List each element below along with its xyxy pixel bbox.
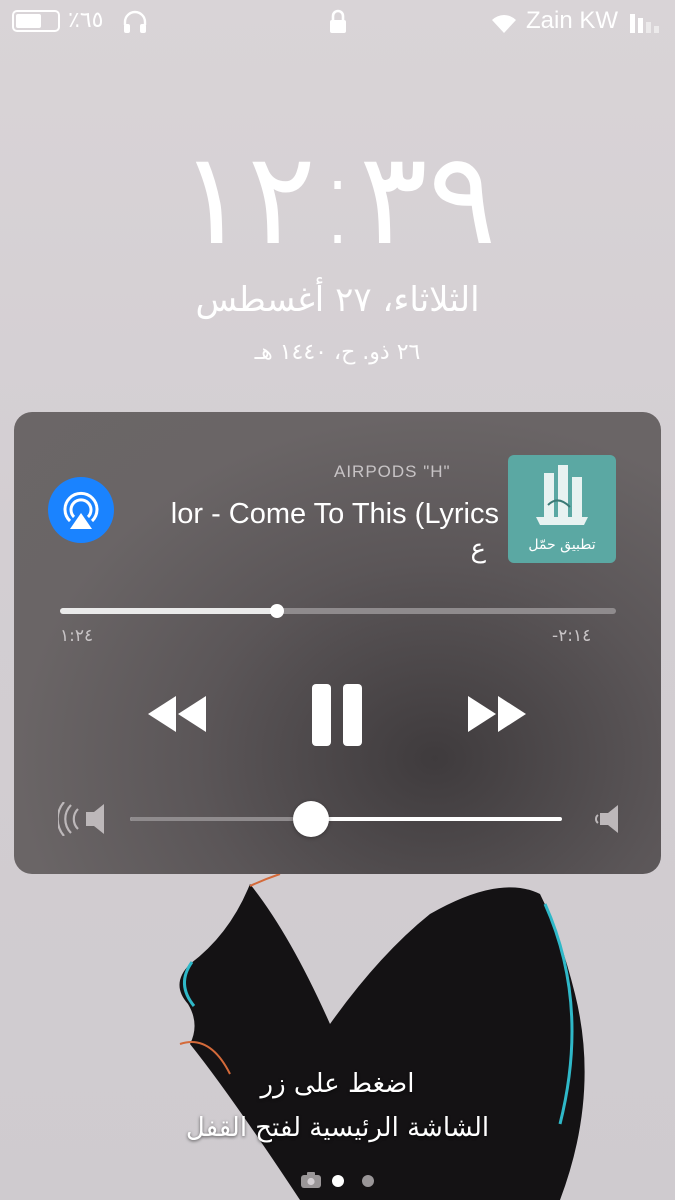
volume-min-icon xyxy=(594,804,620,838)
airplay-icon xyxy=(63,491,99,529)
track-title-text: lor - Come To This (Lyrics xyxy=(170,498,499,530)
unlock-hint-line1: اضغط على زر xyxy=(260,1069,415,1099)
now-playing-widget: AIRPODS "H" lor - Come To This (Lyrics ع… xyxy=(14,412,661,874)
unlock-hint-line2: الشاشة الرئيسية لفتح القفل xyxy=(185,1113,490,1143)
battery-icon xyxy=(12,10,60,32)
signal-icon xyxy=(630,12,666,38)
airplay-button[interactable] xyxy=(48,477,114,543)
page-dot-active[interactable] xyxy=(332,1175,344,1187)
elapsed-time: ١:٢٤ xyxy=(60,626,94,646)
volume-knob[interactable] xyxy=(293,801,330,837)
track-title[interactable]: lor - Come To This (Lyrics xyxy=(139,494,499,534)
wifi-icon xyxy=(490,12,518,38)
remaining-time: -٢:١٤ xyxy=(552,626,592,646)
playback-scrubber[interactable] xyxy=(269,604,284,618)
rewind-button[interactable] xyxy=(146,694,208,738)
fast-forward-icon xyxy=(468,696,526,732)
track-artist: ع xyxy=(470,534,486,564)
wallpaper-image xyxy=(179,874,585,1200)
pause-icon xyxy=(312,684,362,746)
fast-forward-button[interactable] xyxy=(466,694,528,738)
volume-max-icon xyxy=(56,801,106,840)
status-bar: ٪٦٥ Zain KW xyxy=(0,0,675,44)
lock-screen-clock: ١٢:٣٩ xyxy=(178,125,497,274)
playback-progress-bar[interactable] xyxy=(60,604,616,618)
lock-screen-date: الثلاثاء، ٢٧ أغسطس xyxy=(195,280,480,320)
playback-progress-fill xyxy=(60,608,277,614)
volume-slider-fill xyxy=(130,817,312,821)
headphones-icon xyxy=(122,10,148,38)
album-label: تطبيق حمّل xyxy=(528,537,596,553)
page-indicator xyxy=(300,1170,400,1190)
battery-percentage: ٪٦٥ xyxy=(68,8,104,33)
rewind-icon xyxy=(148,696,206,732)
camera-icon[interactable] xyxy=(300,1171,322,1193)
hijri-date: ٢٦ ذو. ح، ١٤٤٠ هـ xyxy=(254,340,421,365)
battery-level xyxy=(16,14,41,28)
unlock-hint: اضغط على زر الشاشة الرئيسية لفتح القفل xyxy=(0,1062,675,1150)
page-dot[interactable] xyxy=(362,1175,374,1187)
output-device-name: AIRPODS "H" xyxy=(334,462,451,481)
carrier-name: Zain KW xyxy=(526,7,619,34)
pause-button[interactable] xyxy=(310,682,364,752)
album-artwork[interactable]: تطبيق حمّل xyxy=(508,455,616,563)
lock-icon xyxy=(328,9,348,39)
volume-slider[interactable] xyxy=(130,801,562,837)
